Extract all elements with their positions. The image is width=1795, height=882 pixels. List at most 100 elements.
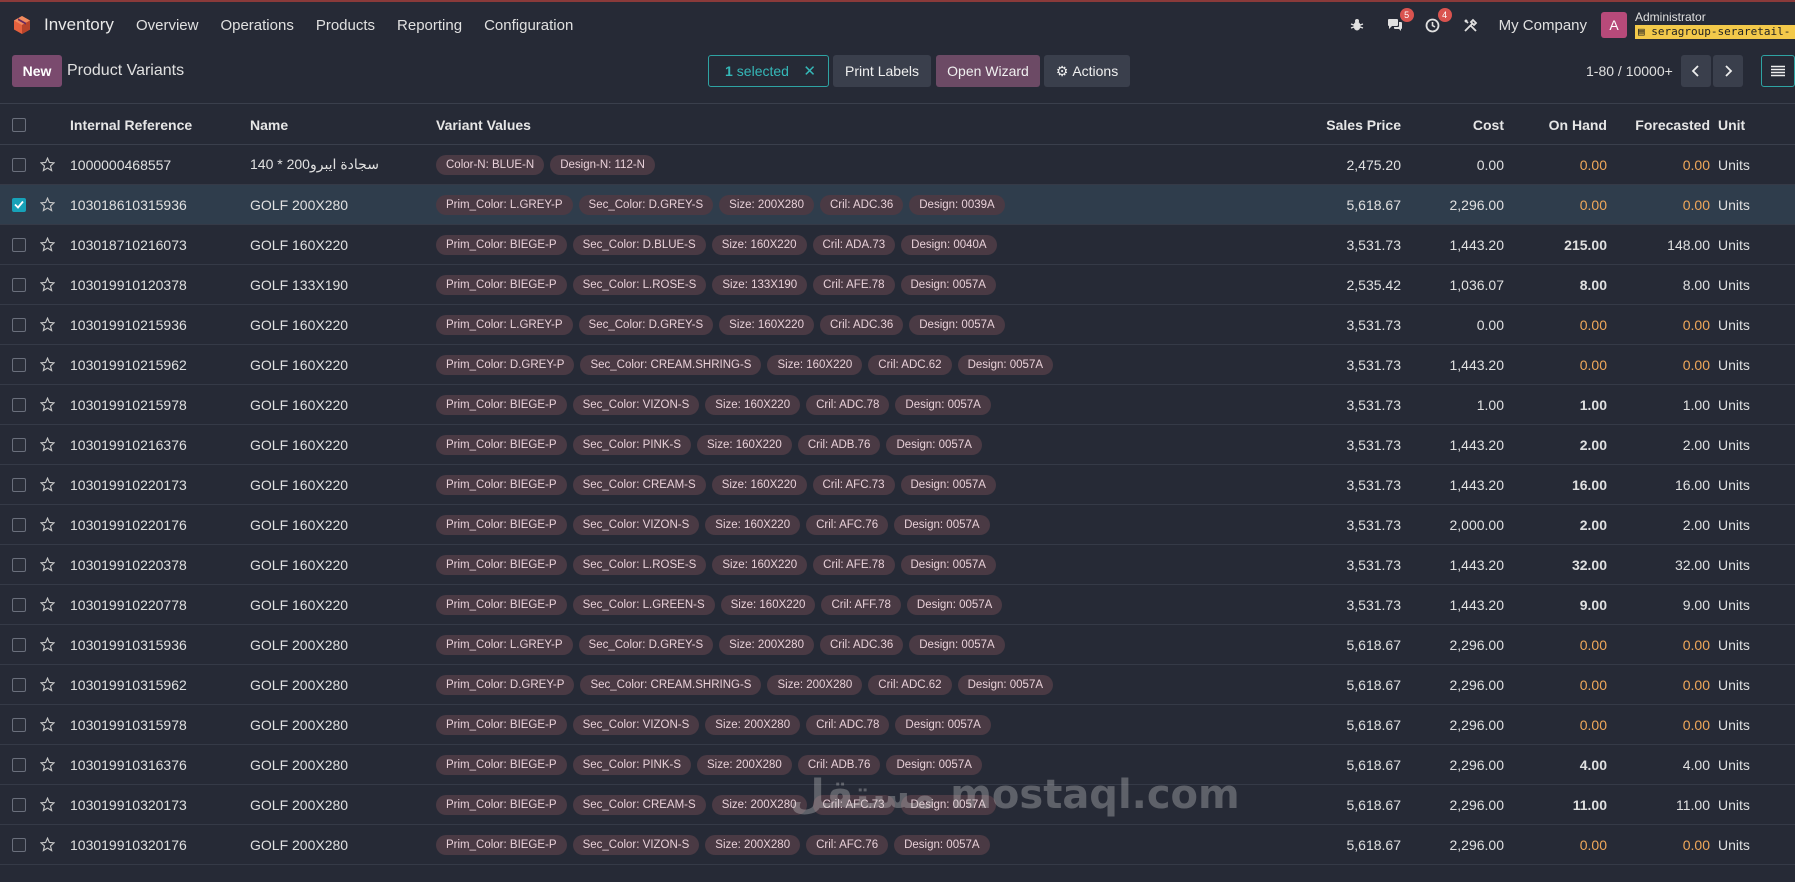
variant-tag: Sec_Color: CREAM.SHRING-S (580, 674, 762, 695)
table-row[interactable]: 103018710216073 GOLF 160X220 Prim_Color: B… (0, 225, 1795, 265)
row-checkbox[interactable] (12, 597, 26, 612)
header-cost[interactable]: Cost (1410, 105, 1504, 144)
header-variant-values[interactable]: Variant Values (436, 105, 531, 144)
row-checkbox[interactable] (12, 237, 26, 252)
row-checkbox[interactable] (12, 437, 26, 452)
on-hand-qty: 215.00 (1564, 236, 1607, 253)
row-checkbox[interactable] (12, 637, 26, 652)
select-all-checkbox[interactable] (12, 117, 26, 132)
favorite-star-icon[interactable] (40, 785, 56, 824)
table-row[interactable]: 103019910220173 GOLF 160X220 Prim_Color: B… (0, 465, 1795, 505)
variant-values: Prim_Color: L.GREY-P Sec_Color: D.GREY-S S… (436, 625, 1005, 664)
print-labels-button[interactable]: Print Labels (833, 55, 931, 87)
row-checkbox[interactable] (12, 317, 26, 332)
new-button[interactable]: New (12, 55, 62, 87)
table-row[interactable]: 103019910315962 GOLF 200X280 Prim_Color: D… (0, 665, 1795, 705)
pager-next-button[interactable] (1713, 55, 1743, 87)
row-checkbox[interactable] (12, 837, 26, 852)
app-name[interactable]: Inventory (44, 15, 114, 35)
header-internal-reference[interactable]: Internal Reference (70, 105, 192, 144)
row-checkbox[interactable] (12, 797, 26, 812)
row-checkbox[interactable] (12, 477, 26, 492)
row-checkbox[interactable] (12, 397, 26, 412)
header-unit[interactable]: Unit (1718, 105, 1745, 144)
row-checkbox[interactable] (12, 277, 26, 292)
variant-tag: Cril: AFC.73 (812, 794, 895, 815)
favorite-star-icon[interactable] (40, 625, 56, 664)
pager-value[interactable]: 1-80 / 10000+ (1586, 63, 1673, 79)
header-forecasted[interactable]: Forecasted (1610, 105, 1710, 144)
tools-icon[interactable] (1461, 15, 1481, 35)
messages-icon[interactable]: 5 (1385, 8, 1414, 35)
menu-products[interactable]: Products (316, 17, 375, 34)
variant-tag: Prim_Color: BIEGE-P (436, 834, 567, 855)
row-select-cell (12, 785, 26, 824)
table-row[interactable]: 103019910315936 GOLF 200X280 Prim_Color: L… (0, 625, 1795, 665)
row-checkbox[interactable] (12, 197, 26, 212)
actions-button[interactable]: ⚙ Actions (1044, 55, 1130, 87)
row-checkbox[interactable] (12, 517, 26, 532)
favorite-star-icon[interactable] (40, 225, 56, 264)
row-checkbox[interactable] (12, 677, 26, 692)
bug-icon[interactable] (1347, 15, 1367, 35)
variant-tag: Cril: ADC.36 (819, 314, 904, 335)
header-on-hand[interactable]: On Hand (1510, 105, 1607, 144)
favorite-star-icon[interactable] (40, 305, 56, 344)
favorite-star-icon[interactable] (40, 585, 56, 624)
pager-previous-button[interactable] (1681, 55, 1711, 87)
favorite-star-icon[interactable] (40, 705, 56, 744)
row-checkbox[interactable] (12, 717, 26, 732)
favorite-star-icon[interactable] (40, 505, 56, 544)
list-view-button[interactable] (1761, 55, 1795, 87)
on-hand-qty: 16.00 (1571, 476, 1607, 493)
table-row[interactable]: 103019910120378 GOLF 133X190 Prim_Color: B… (0, 265, 1795, 305)
user-avatar[interactable]: A (1601, 12, 1627, 38)
variant-tag: Prim_Color: BIEGE-P (436, 274, 567, 295)
unselect-close-icon[interactable]: ✕ (803, 62, 816, 80)
menu-overview[interactable]: Overview (136, 17, 199, 34)
row-checkbox[interactable] (12, 557, 26, 572)
table-row[interactable]: 103019910220778 GOLF 160X220 Prim_Color: B… (0, 585, 1795, 625)
header-name[interactable]: Name (250, 105, 288, 144)
favorite-star-icon[interactable] (40, 745, 56, 784)
table-row[interactable]: 103019910216376 GOLF 160X220 Prim_Color: B… (0, 425, 1795, 465)
activity-clock-icon[interactable]: 4 (1423, 8, 1452, 35)
forecasted-qty: 9.00 (1682, 596, 1710, 613)
table-row[interactable]: 103019910215962 GOLF 160X220 Prim_Color: D… (0, 345, 1795, 385)
variant-tag: Sec_Color: PINK-S (572, 754, 691, 775)
favorite-star-icon[interactable] (40, 825, 56, 864)
user-menu[interactable]: Administrator ▤ seragroup-seraretail- (1635, 11, 1795, 39)
favorite-star-icon[interactable] (40, 145, 56, 184)
favorite-star-icon[interactable] (40, 345, 56, 384)
row-checkbox[interactable] (12, 157, 26, 172)
table-row[interactable]: 103019910320176 GOLF 200X280 Prim_Color: B… (0, 825, 1795, 865)
menu-operations[interactable]: Operations (220, 17, 293, 34)
product-name: GOLF 160X220 (250, 356, 349, 373)
menu-configuration[interactable]: Configuration (484, 17, 573, 34)
sales-price: 5,618.67 (1346, 196, 1402, 213)
favorite-star-icon[interactable] (40, 425, 56, 464)
brand[interactable]: Inventory (12, 15, 136, 35)
company-switcher[interactable]: My Company (1499, 17, 1587, 34)
on-hand-qty: 0.00 (1579, 836, 1607, 853)
favorite-star-icon[interactable] (40, 185, 56, 224)
favorite-star-icon[interactable] (40, 665, 56, 704)
row-checkbox[interactable] (12, 757, 26, 772)
table-row[interactable]: 103018610315936 GOLF 200X280 Prim_Color: L… (0, 185, 1795, 225)
row-checkbox[interactable] (12, 357, 26, 372)
favorite-star-icon[interactable] (40, 545, 56, 584)
open-wizard-button[interactable]: Open Wizard (936, 55, 1040, 87)
table-row[interactable]: 103019910220378 GOLF 160X220 Prim_Color: B… (0, 545, 1795, 585)
table-row[interactable]: 1000000468557 سجادة ايبرو200 * 140 Color-N… (0, 145, 1795, 185)
table-row[interactable]: 103019910315978 GOLF 200X280 Prim_Color: B… (0, 705, 1795, 745)
favorite-star-icon[interactable] (40, 385, 56, 424)
table-row[interactable]: 103019910320173 GOLF 200X280 Prim_Color: B… (0, 785, 1795, 825)
menu-reporting[interactable]: Reporting (397, 17, 462, 34)
table-row[interactable]: 103019910215936 GOLF 160X220 Prim_Color: L… (0, 305, 1795, 345)
header-sales-price[interactable]: Sales Price (1240, 105, 1401, 144)
favorite-star-icon[interactable] (40, 465, 56, 504)
table-row[interactable]: 103019910220176 GOLF 160X220 Prim_Color: B… (0, 505, 1795, 545)
table-row[interactable]: 103019910316376 GOLF 200X280 Prim_Color: B… (0, 745, 1795, 785)
table-row[interactable]: 103019910215978 GOLF 160X220 Prim_Color: B… (0, 385, 1795, 425)
favorite-star-icon[interactable] (40, 265, 56, 304)
